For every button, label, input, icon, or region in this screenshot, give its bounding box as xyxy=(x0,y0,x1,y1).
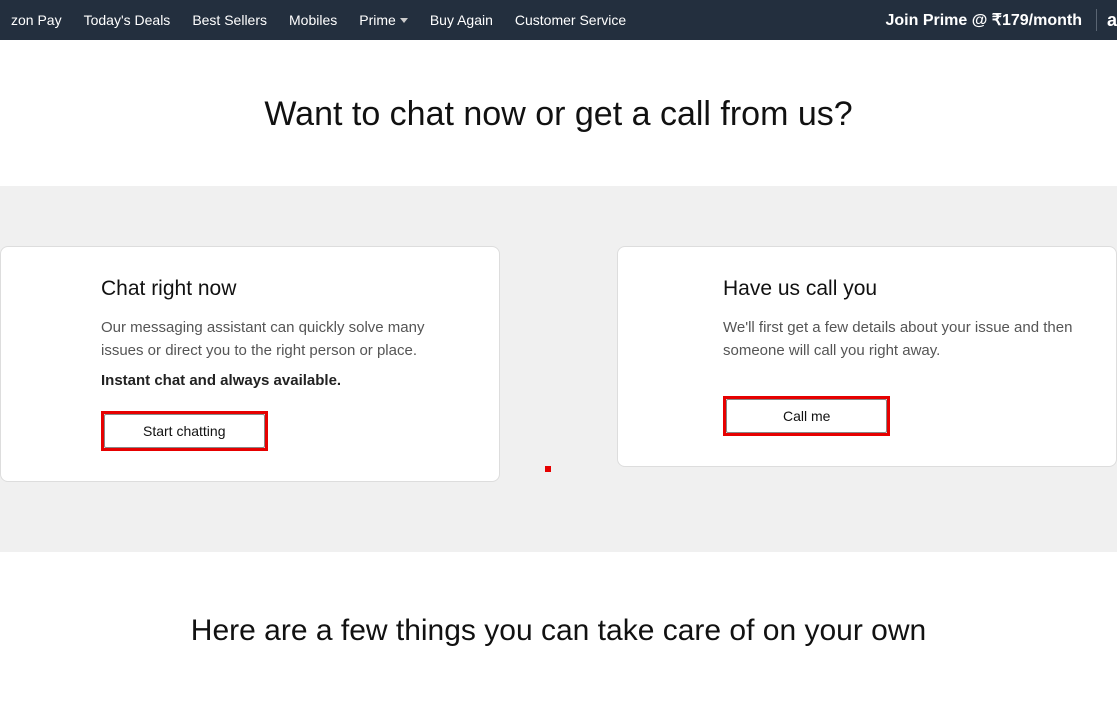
self-service-heading: Here are a few things you can take care … xyxy=(0,614,1117,648)
cards-row: Chat right now Our messaging assistant c… xyxy=(0,246,1117,482)
nav-item-pay[interactable]: zon Pay xyxy=(0,12,73,28)
join-prime-link[interactable]: Join Prime @ ₹179/month xyxy=(871,10,1096,30)
chevron-down-icon xyxy=(400,18,408,23)
top-nav-bar: zon Pay Today's Deals Best Sellers Mobil… xyxy=(0,0,1117,40)
nav-item-todays-deals[interactable]: Today's Deals xyxy=(73,12,182,28)
page-heading: Want to chat now or get a call from us? xyxy=(0,95,1117,134)
chat-card-desc: Our messaging assistant can quickly solv… xyxy=(101,317,459,362)
nav-right-group: Join Prime @ ₹179/month a xyxy=(871,0,1117,40)
call-card-desc: We'll first get a few details about your… xyxy=(723,317,1076,362)
nav-item-best-sellers[interactable]: Best Sellers xyxy=(181,12,278,28)
call-me-button[interactable]: Call me xyxy=(726,399,887,433)
chat-card-title: Chat right now xyxy=(101,277,459,301)
nav-item-mobiles[interactable]: Mobiles xyxy=(278,12,348,28)
nav-item-customer-service[interactable]: Customer Service xyxy=(504,12,637,28)
nav-prime-label: Prime xyxy=(359,12,396,28)
chat-card-bold: Instant chat and always available. xyxy=(101,372,459,389)
cursor-dot-icon xyxy=(545,466,551,472)
logo-fragment: a xyxy=(1097,10,1117,31)
start-chatting-highlight: Start chatting xyxy=(101,411,268,451)
nav-left-group: zon Pay Today's Deals Best Sellers Mobil… xyxy=(0,12,637,28)
call-card: Have us call you We'll first get a few d… xyxy=(617,246,1117,467)
call-card-title: Have us call you xyxy=(723,277,1076,301)
contact-options-band: Chat right now Our messaging assistant c… xyxy=(0,186,1117,552)
start-chatting-button[interactable]: Start chatting xyxy=(104,414,265,448)
nav-item-prime[interactable]: Prime xyxy=(348,12,419,28)
call-me-highlight: Call me xyxy=(723,396,890,436)
chat-card: Chat right now Our messaging assistant c… xyxy=(0,246,500,482)
nav-item-buy-again[interactable]: Buy Again xyxy=(419,12,504,28)
